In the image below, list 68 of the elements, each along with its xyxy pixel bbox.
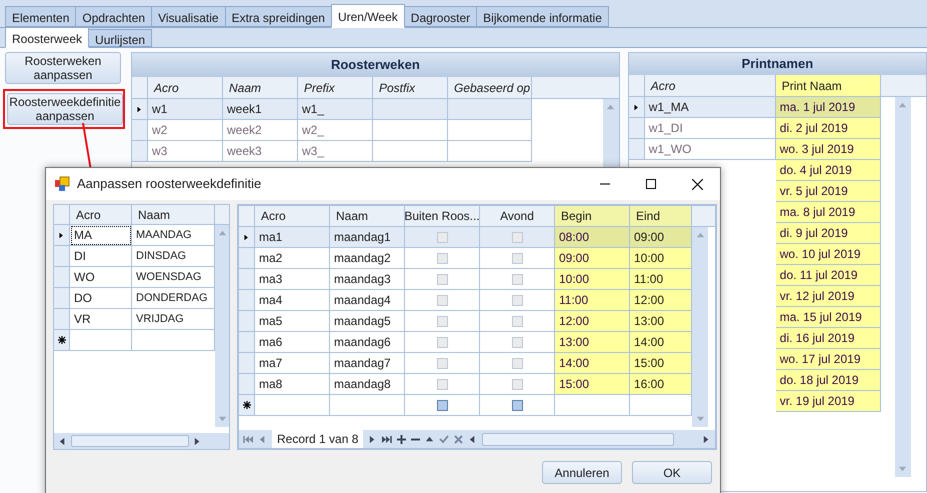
table-cell: 12:00 xyxy=(630,290,692,311)
table-cell: do. 18 jul 2019 xyxy=(776,370,881,391)
table-cell: 15:00 xyxy=(630,353,692,374)
table-cell: do. 4 jul 2019 xyxy=(776,160,881,181)
table-cell: 14:00 xyxy=(555,353,630,374)
column-header[interactable]: Acro xyxy=(255,206,330,226)
table-cell: ma8 xyxy=(255,374,330,395)
dialog-button[interactable]: OK xyxy=(632,461,712,484)
column-header[interactable]: Prefix xyxy=(298,77,373,98)
table-cell: 16:00 xyxy=(630,374,692,395)
table-cell: 08:00 xyxy=(555,227,630,248)
tab[interactable]: Bijkomende informatie xyxy=(476,6,609,27)
table-cell: di. 9 jul 2019 xyxy=(776,223,881,244)
table-cell: 11:00 xyxy=(630,269,692,290)
tab[interactable]: Uren/Week xyxy=(330,4,405,28)
table-cell: 10:00 xyxy=(630,248,692,269)
table-cell: 15:00 xyxy=(555,374,630,395)
table-cell: wo. 3 jul 2019 xyxy=(776,139,881,160)
table-cell: 11:00 xyxy=(555,290,630,311)
column-header[interactable]: Naam xyxy=(330,206,405,226)
tab[interactable]: Visualisatie xyxy=(151,6,226,27)
column-header[interactable]: Gebaseerd op xyxy=(448,77,532,98)
table-cell: 13:00 xyxy=(555,332,630,353)
table-cell: maandag8 xyxy=(330,374,405,395)
tab[interactable]: Extra spreidingen xyxy=(224,6,332,27)
table-cell: w3_ xyxy=(298,141,373,162)
table-cell: ma. 1 jul 2019 xyxy=(776,97,881,118)
side-button[interactable]: Roosterweken aanpassen xyxy=(5,52,121,84)
table-cell: 13:00 xyxy=(630,311,692,332)
table-cell: wo. 10 jul 2019 xyxy=(776,244,881,265)
table-cell: VR xyxy=(70,309,132,330)
table-cell: wo. 17 jul 2019 xyxy=(776,349,881,370)
table-cell: di. 2 jul 2019 xyxy=(776,118,881,139)
table-cell: vr. 12 jul 2019 xyxy=(776,286,881,307)
tab[interactable]: Opdrachten xyxy=(75,6,152,27)
column-header[interactable]: Postfix xyxy=(373,77,448,98)
tab[interactable]: Dagrooster xyxy=(404,6,478,27)
column-header[interactable]: Begin xyxy=(555,206,630,226)
panel-title: Printnamen xyxy=(628,53,926,75)
table-cell: 12:00 xyxy=(555,311,630,332)
table-cell: 10:00 xyxy=(555,269,630,290)
column-header[interactable]: Naam xyxy=(132,205,215,224)
table-cell: 14:00 xyxy=(630,332,692,353)
column-header[interactable]: Buiten Roos... xyxy=(405,206,480,226)
column-header[interactable]: Acro xyxy=(148,77,223,98)
table-cell: 09:00 xyxy=(630,227,692,248)
table-cell: ma. 15 jul 2019 xyxy=(776,307,881,328)
tab[interactable]: Roosterweek xyxy=(5,27,90,48)
table-cell: ma. 8 jul 2019 xyxy=(776,202,881,223)
record-counter: Record 1 van 8 xyxy=(272,430,364,448)
tab[interactable]: Uurlijsten xyxy=(88,29,152,47)
table-cell: vr. 19 jul 2019 xyxy=(776,391,881,412)
column-header[interactable]: Acro xyxy=(70,205,132,224)
table-cell: do. 11 jul 2019 xyxy=(776,265,881,286)
column-header[interactable]: Naam xyxy=(223,77,298,98)
dialog-button[interactable]: Annuleren xyxy=(542,461,622,484)
column-header[interactable]: Eind xyxy=(630,206,692,226)
table-cell: 09:00 xyxy=(555,248,630,269)
tab[interactable]: Elementen xyxy=(5,6,76,27)
dialog-title: Aanpassen roosterweekdefinitie xyxy=(77,175,262,194)
table-cell: vr. 5 jul 2019 xyxy=(776,181,881,202)
column-header[interactable]: Print Naam xyxy=(776,75,881,96)
table-cell: w3 xyxy=(148,141,223,162)
table-cell: di. 16 jul 2019 xyxy=(776,328,881,349)
table-cell: week3 xyxy=(223,141,298,162)
panel-title: Roosterweken xyxy=(132,53,619,77)
side-button[interactable]: Roosterweekdefinitie aanpassen xyxy=(7,93,123,125)
table-cell: MA xyxy=(70,225,132,246)
